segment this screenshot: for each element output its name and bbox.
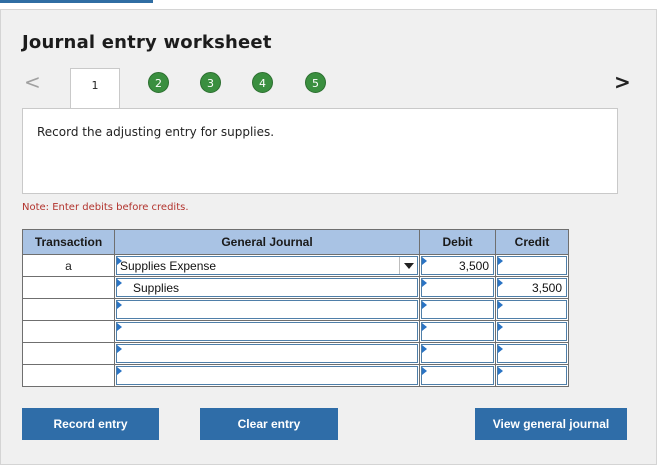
transaction-cell	[22, 364, 115, 387]
header-credit: Credit	[495, 229, 569, 255]
debit-amount: 3,500	[458, 259, 489, 273]
view-general-journal-button[interactable]: View general journal	[475, 408, 627, 440]
credit-cell	[495, 254, 569, 277]
table-row	[22, 342, 569, 365]
input-flag-icon	[498, 257, 503, 265]
prev-chevron-icon[interactable]: <	[24, 72, 41, 92]
account-input[interactable]	[116, 366, 418, 385]
step-tab-1[interactable]: 1	[70, 68, 120, 110]
table-row: a Supplies Expense 3,500	[22, 254, 569, 277]
header-transaction: Transaction	[22, 229, 115, 255]
worksheet-title: Journal entry worksheet	[22, 32, 272, 53]
table-row	[22, 320, 569, 343]
input-flag-icon	[117, 301, 122, 309]
debit-cell	[419, 276, 496, 299]
input-flag-icon	[422, 367, 427, 375]
credit-input[interactable]: 3,500	[497, 278, 567, 297]
input-flag-icon	[117, 279, 122, 287]
next-chevron-icon[interactable]: >	[614, 72, 631, 92]
record-entry-button[interactable]: Record entry	[22, 408, 159, 440]
transaction-cell: a	[22, 254, 115, 277]
transaction-cell	[22, 298, 115, 321]
input-flag-icon	[498, 301, 503, 309]
step-tab-4[interactable]: 4	[252, 72, 273, 93]
debit-input[interactable]	[421, 366, 494, 385]
debit-input[interactable]	[421, 344, 494, 363]
input-flag-icon	[498, 345, 503, 353]
credit-input[interactable]	[497, 256, 567, 275]
debit-cell	[419, 320, 496, 343]
input-flag-icon	[117, 367, 122, 375]
instruction-box: Record the adjusting entry for supplies.	[22, 108, 618, 194]
transaction-cell	[22, 320, 115, 343]
input-flag-icon	[422, 323, 427, 331]
input-flag-icon	[498, 279, 503, 287]
account-cell	[114, 364, 420, 387]
journal-table: Transaction General Journal Debit Credit…	[22, 229, 569, 387]
note-text: Note: Enter debits before credits.	[22, 202, 189, 213]
account-cell: Supplies	[114, 276, 420, 299]
credit-cell	[495, 364, 569, 387]
dropdown-arrow-icon[interactable]	[399, 257, 417, 274]
journal-header-row: Transaction General Journal Debit Credit	[22, 229, 569, 255]
step-tab-2[interactable]: 2	[148, 72, 169, 93]
credit-input[interactable]	[497, 344, 567, 363]
account-input[interactable]	[116, 300, 418, 319]
input-flag-icon	[117, 323, 122, 331]
input-flag-icon	[498, 367, 503, 375]
credit-cell	[495, 342, 569, 365]
account-input[interactable]	[116, 344, 418, 363]
step-tab-3[interactable]: 3	[200, 72, 221, 93]
input-flag-icon	[422, 345, 427, 353]
account-cell	[114, 298, 420, 321]
debit-input[interactable]: 3,500	[421, 256, 494, 275]
account-name: Supplies Expense	[120, 259, 217, 273]
credit-cell	[495, 320, 569, 343]
input-flag-icon	[422, 257, 427, 265]
instruction-text: Record the adjusting entry for supplies.	[37, 125, 275, 139]
debit-cell	[419, 364, 496, 387]
account-input[interactable]: Supplies	[116, 278, 418, 297]
table-row	[22, 364, 569, 387]
credit-input[interactable]	[497, 366, 567, 385]
debit-input[interactable]	[421, 322, 494, 341]
account-cell	[114, 320, 420, 343]
input-flag-icon	[422, 279, 427, 287]
debit-cell	[419, 342, 496, 365]
account-select[interactable]: Supplies Expense	[116, 256, 418, 275]
debit-cell	[419, 298, 496, 321]
credit-cell	[495, 298, 569, 321]
input-flag-icon	[422, 301, 427, 309]
credit-input[interactable]	[497, 300, 567, 319]
credit-amount: 3,500	[531, 281, 562, 295]
header-general-journal: General Journal	[114, 229, 420, 255]
table-row: Supplies 3,500	[22, 276, 569, 299]
transaction-cell	[22, 276, 115, 299]
debit-input[interactable]	[421, 278, 494, 297]
credit-cell: 3,500	[495, 276, 569, 299]
account-input[interactable]	[116, 322, 418, 341]
step-tab-5[interactable]: 5	[305, 72, 326, 93]
input-flag-icon	[498, 323, 503, 331]
top-accent-strip	[0, 0, 153, 3]
account-cell	[114, 342, 420, 365]
account-name: Supplies	[133, 281, 180, 295]
transaction-cell	[22, 342, 115, 365]
header-debit: Debit	[419, 229, 496, 255]
credit-input[interactable]	[497, 322, 567, 341]
account-cell: Supplies Expense	[114, 254, 420, 277]
clear-entry-button[interactable]: Clear entry	[200, 408, 338, 440]
table-row	[22, 298, 569, 321]
debit-cell: 3,500	[419, 254, 496, 277]
debit-input[interactable]	[421, 300, 494, 319]
input-flag-icon	[117, 345, 122, 353]
